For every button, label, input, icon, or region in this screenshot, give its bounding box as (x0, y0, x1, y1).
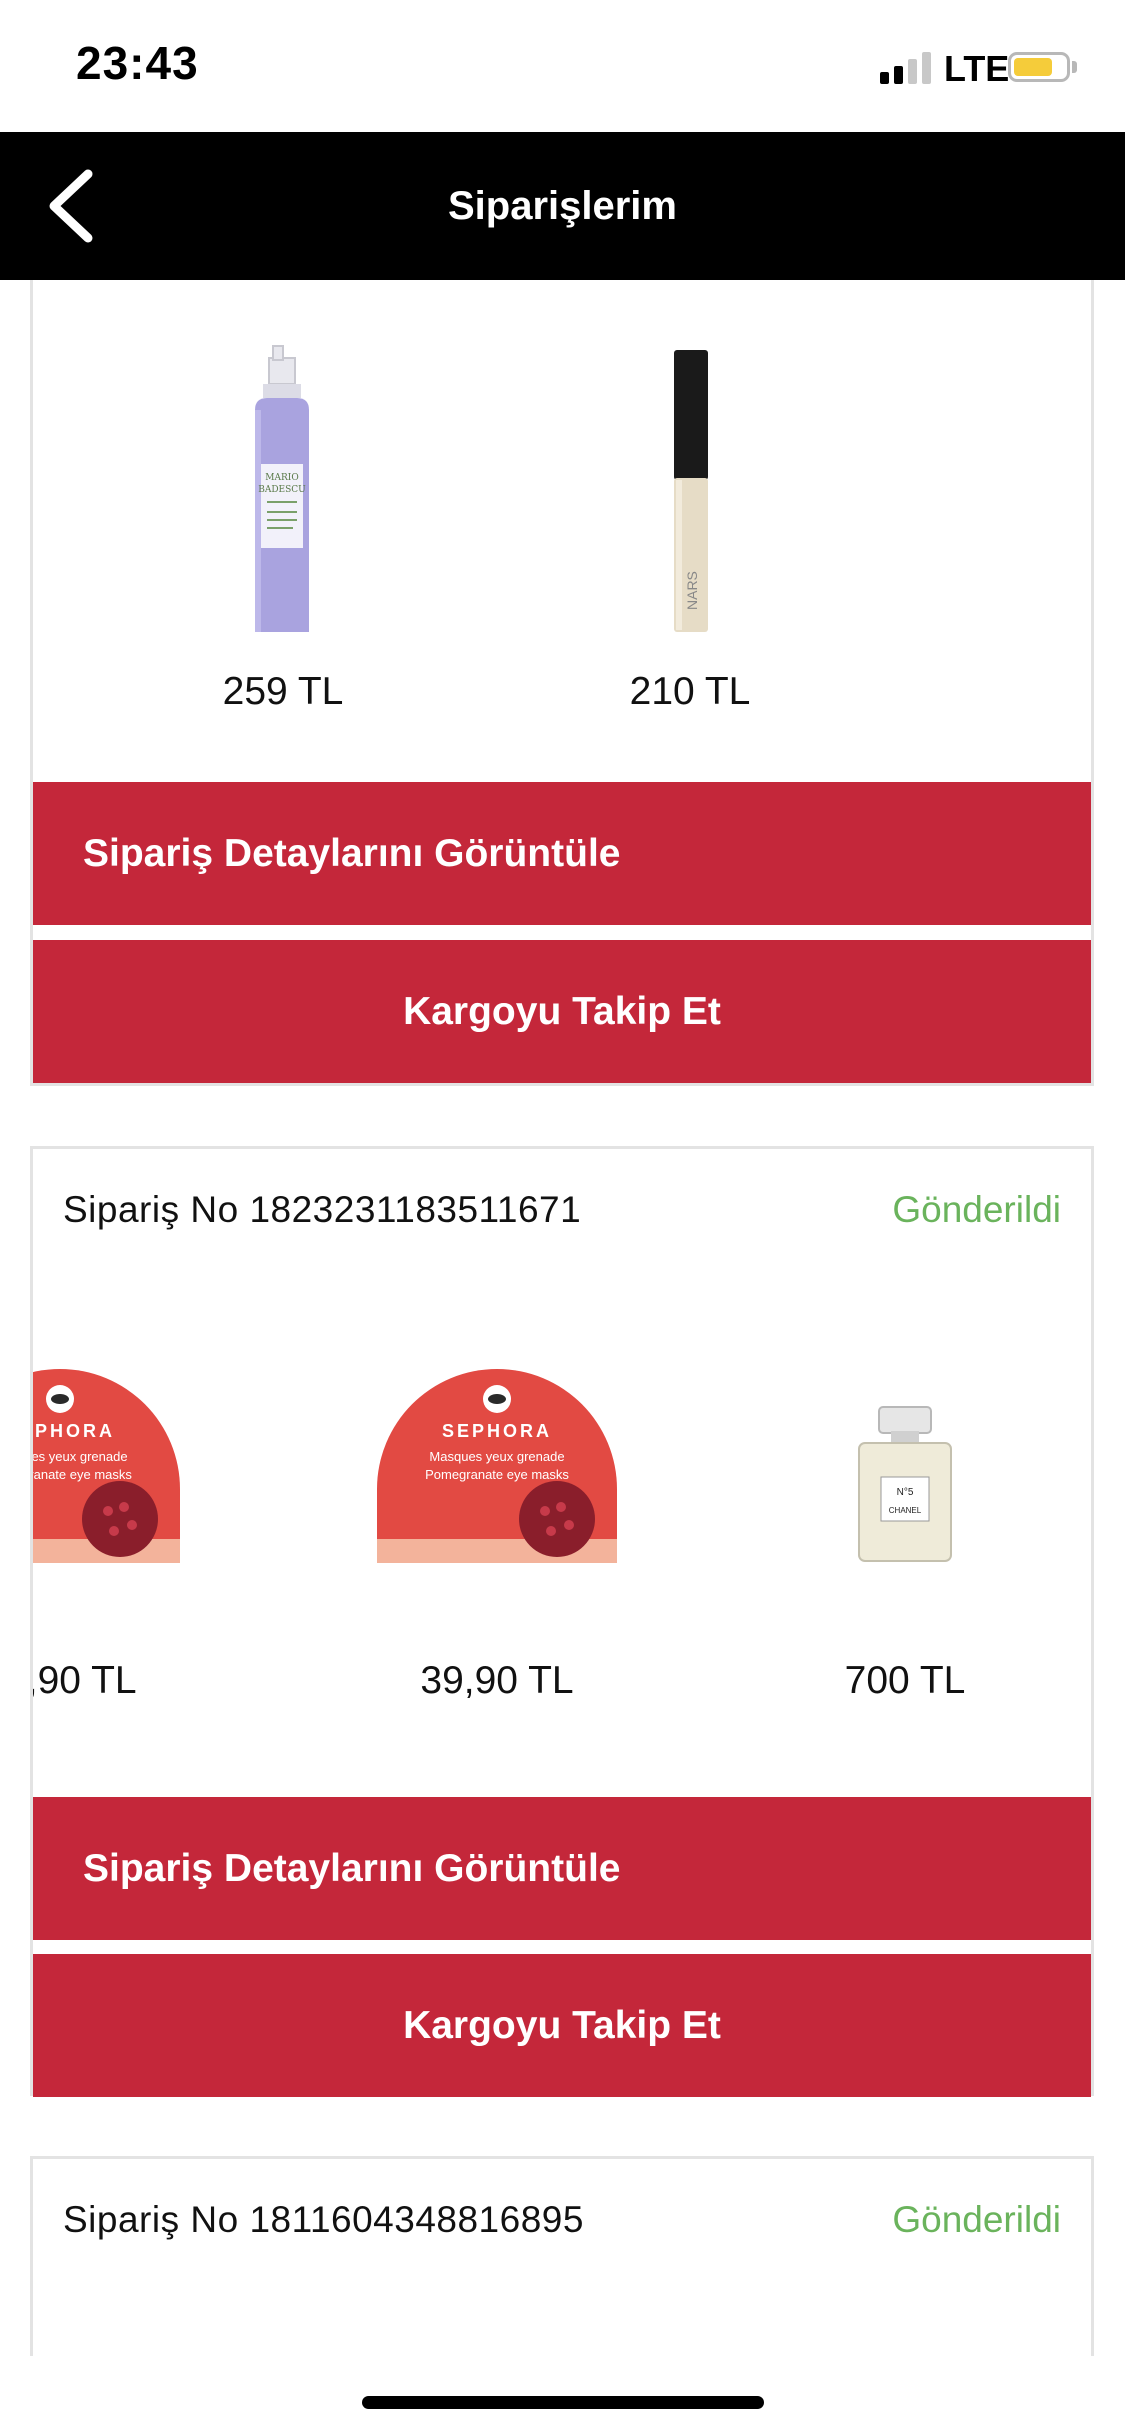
track-shipment-button[interactable]: Kargoyu Takip Et (33, 1954, 1091, 2097)
view-order-details-button[interactable]: Sipariş Detaylarını Görüntüle (33, 1797, 1091, 1940)
product-image-concealer: NARS (674, 350, 708, 632)
battery-level (1014, 58, 1052, 76)
product-image-perfume: N°5 CHANEL (858, 1406, 952, 1562)
order-card: Sipariş No 1811604348816895 Gönderildi (30, 2156, 1094, 2356)
battery-cap (1072, 61, 1077, 73)
product-image-facial-spray: MARIO BADESCU (255, 345, 309, 632)
order-number: Sipariş No 1811604348816895 (63, 2199, 584, 2240)
product-image-text: CHANEL (889, 1506, 922, 1515)
product-price: 210 TL (629, 670, 751, 713)
product-image-text: BADESCU (258, 485, 306, 495)
product-price: 259 TL (222, 670, 344, 713)
product-image-text: Masques yeux grenade (33, 1449, 128, 1464)
network-type: LTE (944, 48, 1010, 89)
product-item[interactable]: N°5 CHANEL 700 TL (755, 1329, 1055, 1749)
order-card: MARIO BADESCU 259 TL NARS 210 TL Sipariş… (30, 280, 1094, 1086)
product-item[interactable]: MARIO BADESCU 259 TL (133, 340, 433, 760)
product-image-text: N°5 (897, 1487, 914, 1498)
view-order-details-button[interactable]: Sipariş Detaylarını Görüntüle (33, 782, 1091, 925)
product-image-eye-mask: SEPHORA Masques yeux grenade Pomegranate… (377, 1369, 617, 1563)
product-item[interactable]: SEPHORA Masques yeux grenade Pomegranate… (33, 1329, 210, 1749)
product-image-text: SEPHORA (442, 1421, 552, 1441)
status-time: 23:43 (76, 37, 199, 89)
page-title: Siparişlerim (447, 184, 677, 228)
chevron-left-icon (49, 169, 93, 243)
product-image-text: Pomegranate eye masks (425, 1467, 569, 1482)
product-image-text: SEPHORA (33, 1421, 115, 1441)
track-shipment-button[interactable]: Kargoyu Takip Et (33, 940, 1091, 1083)
product-image-text: NARS (684, 571, 700, 610)
order-status: Gönderildi (892, 1189, 1061, 1230)
battery-icon (1008, 52, 1070, 82)
product-item[interactable]: SEPHORA Masques yeux grenade Pomegranate… (347, 1329, 647, 1749)
home-indicator[interactable] (362, 2396, 764, 2409)
nav-bar: Siparişlerim (0, 132, 1125, 280)
product-clip: SEPHORA Masques yeux grenade Pomegranate… (33, 1329, 353, 1769)
order-status: Gönderildi (892, 2199, 1061, 2240)
product-image-text: Masques yeux grenade (429, 1449, 564, 1464)
signal-strength-icon (880, 52, 936, 84)
product-price: 39,90 TL (33, 1659, 137, 1702)
product-item[interactable]: NARS 210 TL (540, 340, 840, 760)
order-number: Sipariş No 1823231183511671 (63, 1189, 582, 1230)
product-image-eye-mask: SEPHORA Masques yeux grenade Pomegranate… (33, 1369, 180, 1563)
order-card: Sipariş No 1823231183511671 Gönderildi S… (30, 1146, 1094, 2097)
back-button[interactable] (38, 162, 108, 250)
product-price: 39,90 TL (420, 1659, 574, 1702)
product-price: 700 TL (844, 1659, 966, 1702)
product-image-text: Pomegranate eye masks (33, 1467, 132, 1482)
status-bar: 23:43 LTE (0, 0, 1125, 132)
product-image-text: MARIO (265, 473, 298, 483)
